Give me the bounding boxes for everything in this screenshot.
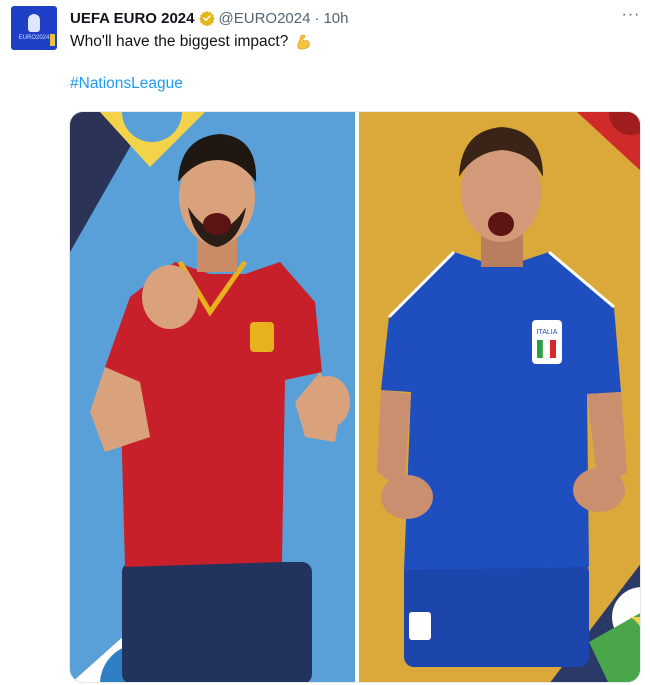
avatar[interactable]: EURO2024 [11, 6, 57, 50]
display-name[interactable]: UEFA EURO 2024 [70, 10, 195, 27]
flag-green [537, 340, 543, 358]
left-fist [381, 475, 433, 519]
tweet-text: Who'll have the biggest impact? [70, 33, 289, 50]
media-left-panel[interactable] [70, 112, 355, 682]
navy-shorts [122, 562, 312, 682]
right-fist [573, 468, 625, 512]
open-mouth [488, 212, 514, 236]
tweet-text-row: Who'll have the biggest impact? [70, 32, 314, 52]
flexed-biceps-emoji [297, 34, 311, 50]
timestamp[interactable]: 10h [323, 10, 348, 27]
flag-red [550, 340, 556, 358]
flag-white [542, 339, 551, 359]
raised-fist [142, 265, 198, 329]
tweet-media[interactable]: ITALIA [69, 111, 641, 683]
blue-shirt [381, 252, 621, 570]
user-handle[interactable]: @EURO2024 [219, 10, 311, 27]
player-red-kit-illustration [70, 112, 350, 682]
right-fist [306, 376, 350, 428]
hashtag-link[interactable]: #NationsLeague [70, 75, 183, 93]
separator-dot: · [314, 9, 320, 27]
open-mouth [203, 213, 231, 235]
shirt-crest [250, 322, 274, 352]
verified-badge-icon [198, 11, 215, 26]
tweet-header: UEFA EURO 2024 @EURO2024 · 10h [70, 7, 348, 29]
media-right-panel[interactable]: ITALIA [359, 112, 640, 682]
trophy-logo-icon [28, 14, 40, 32]
more-options-icon[interactable]: ··· [616, 7, 646, 26]
shorts-crest [409, 612, 431, 640]
blue-shorts [404, 562, 589, 667]
avatar-stripe [50, 34, 55, 46]
crest-label: ITALIA [537, 329, 558, 336]
player-blue-kit-illustration: ITALIA [377, 112, 640, 682]
